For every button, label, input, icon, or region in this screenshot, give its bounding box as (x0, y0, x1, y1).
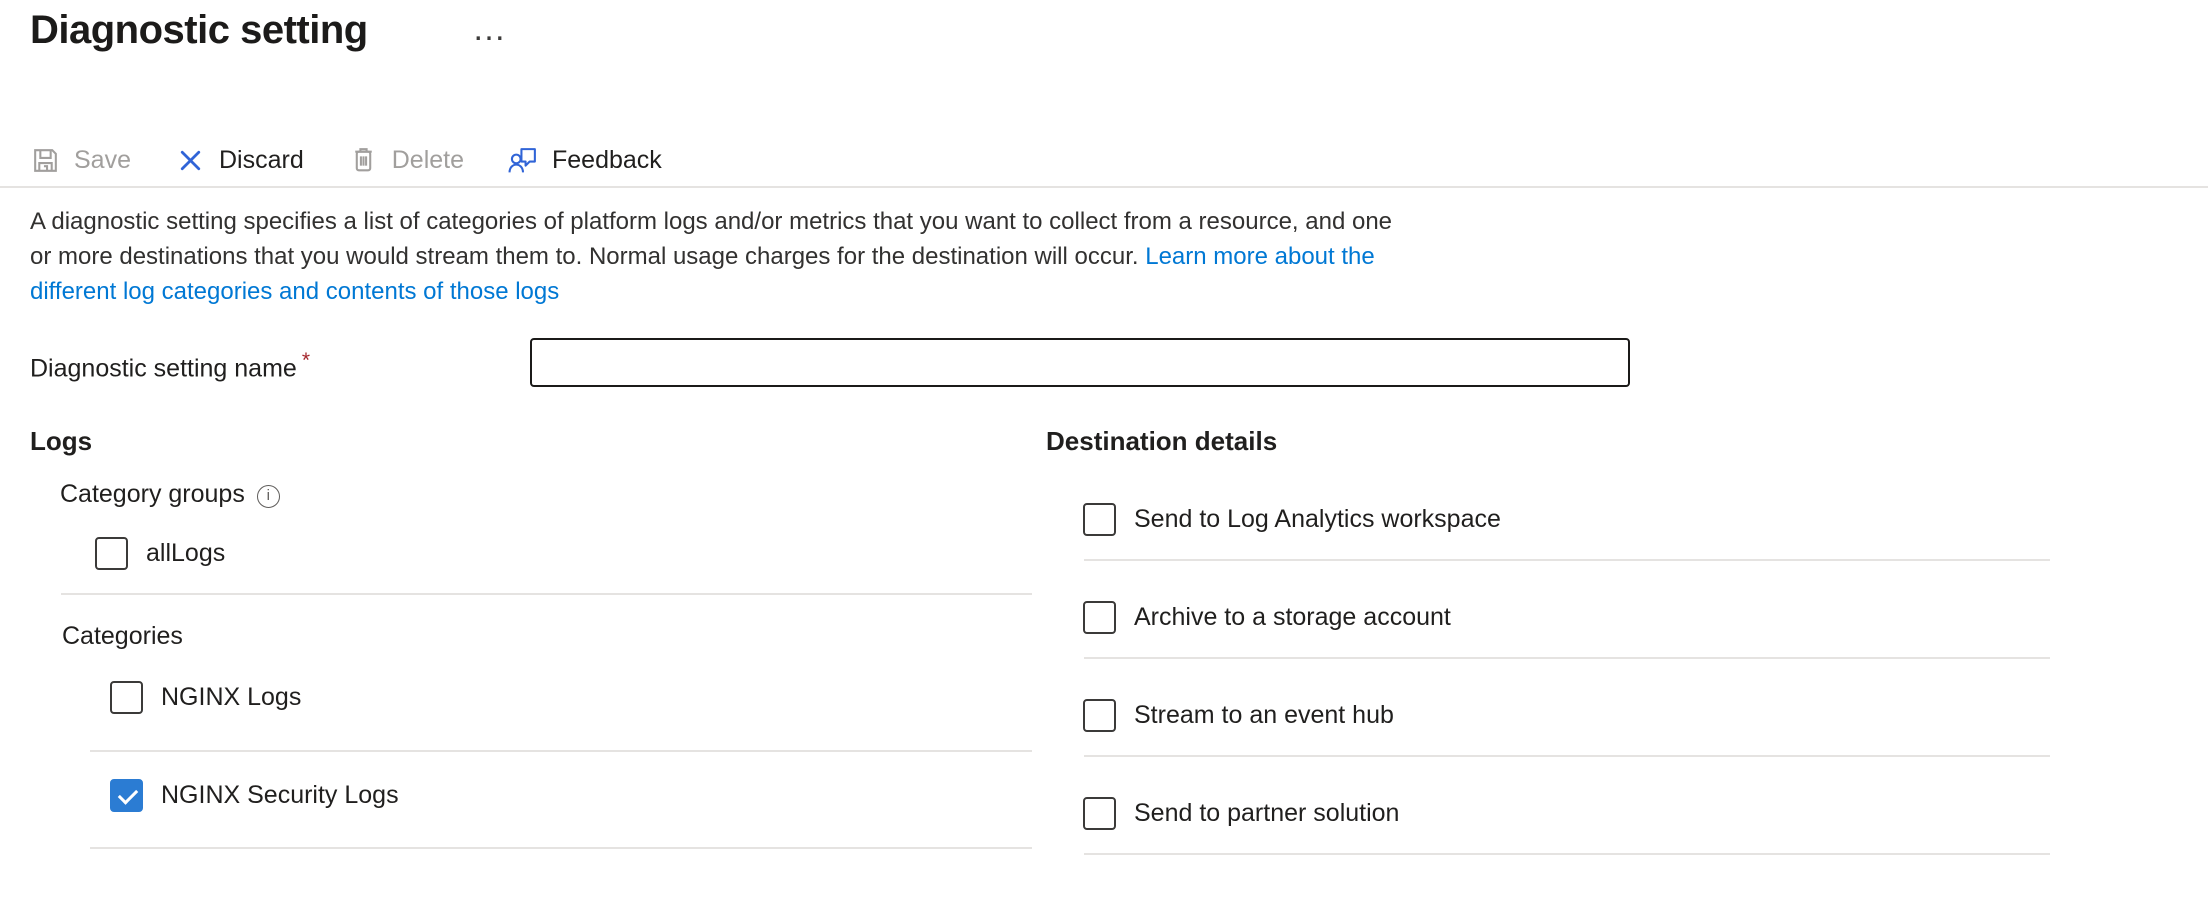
save-icon (30, 145, 61, 176)
trash-icon (348, 145, 379, 176)
logs-divider-1 (61, 593, 1032, 595)
required-asterisk: * (302, 349, 310, 372)
send-to-log-analytics-checkbox[interactable] (1083, 503, 1116, 536)
save-button[interactable]: Save (30, 145, 131, 176)
nginx-security-logs-checkbox[interactable] (110, 779, 143, 812)
logs-heading: Logs (30, 426, 92, 457)
stream-to-event-hub-checkbox[interactable] (1083, 699, 1116, 732)
categories-label: Categories (62, 622, 183, 651)
alllogs-checkbox[interactable] (95, 537, 128, 570)
send-to-partner-solution-row[interactable]: Send to partner solution (1083, 797, 1399, 830)
nginx-logs-label: NGINX Logs (161, 683, 301, 712)
description-text: A diagnostic setting specifies a list of… (30, 204, 1402, 309)
feedback-button[interactable]: Feedback (508, 145, 662, 176)
more-options-button[interactable]: … (472, 10, 509, 49)
diagnostic-setting-name-input[interactable] (530, 338, 1630, 387)
discard-x-icon (175, 145, 206, 176)
destination-divider-3 (1084, 755, 2050, 757)
category-groups-label: Category groups i (60, 480, 280, 509)
save-label: Save (74, 146, 131, 175)
category-groups-text: Category groups (60, 480, 245, 508)
nginx-security-logs-checkbox-row[interactable]: NGINX Security Logs (110, 779, 399, 812)
feedback-label: Feedback (552, 146, 662, 175)
send-to-partner-solution-label: Send to partner solution (1134, 799, 1399, 828)
logs-divider-2 (90, 750, 1032, 752)
delete-button[interactable]: Delete (348, 145, 464, 176)
send-to-log-analytics-label: Send to Log Analytics workspace (1134, 505, 1501, 534)
feedback-person-bubble-icon (508, 145, 539, 176)
name-label-text: Diagnostic setting name (30, 354, 297, 382)
destination-divider-2 (1084, 657, 2050, 659)
alllogs-checkbox-row[interactable]: allLogs (95, 537, 225, 570)
stream-to-event-hub-row[interactable]: Stream to an event hub (1083, 699, 1394, 732)
nginx-security-logs-label: NGINX Security Logs (161, 781, 399, 810)
nginx-logs-checkbox[interactable] (110, 681, 143, 714)
archive-to-storage-label: Archive to a storage account (1134, 603, 1451, 632)
destination-divider-4 (1084, 853, 2050, 855)
delete-label: Delete (392, 146, 464, 175)
info-icon[interactable]: i (257, 485, 280, 508)
discard-button[interactable]: Discard (175, 145, 304, 176)
logs-divider-3 (90, 847, 1032, 849)
discard-label: Discard (219, 146, 304, 175)
archive-to-storage-checkbox[interactable] (1083, 601, 1116, 634)
send-to-log-analytics-row[interactable]: Send to Log Analytics workspace (1083, 503, 1501, 536)
destination-details-heading: Destination details (1046, 426, 1277, 457)
archive-to-storage-row[interactable]: Archive to a storage account (1083, 601, 1451, 634)
diagnostic-setting-name-label: Diagnostic setting name* (30, 349, 310, 383)
toolbar-divider (0, 186, 2208, 188)
destination-divider-1 (1084, 559, 2050, 561)
send-to-partner-solution-checkbox[interactable] (1083, 797, 1116, 830)
alllogs-label: allLogs (146, 539, 225, 568)
command-bar: Save Discard Delete Feedback (30, 138, 662, 182)
page-title: Diagnostic setting (30, 8, 368, 53)
nginx-logs-checkbox-row[interactable]: NGINX Logs (110, 681, 301, 714)
stream-to-event-hub-label: Stream to an event hub (1134, 701, 1394, 730)
